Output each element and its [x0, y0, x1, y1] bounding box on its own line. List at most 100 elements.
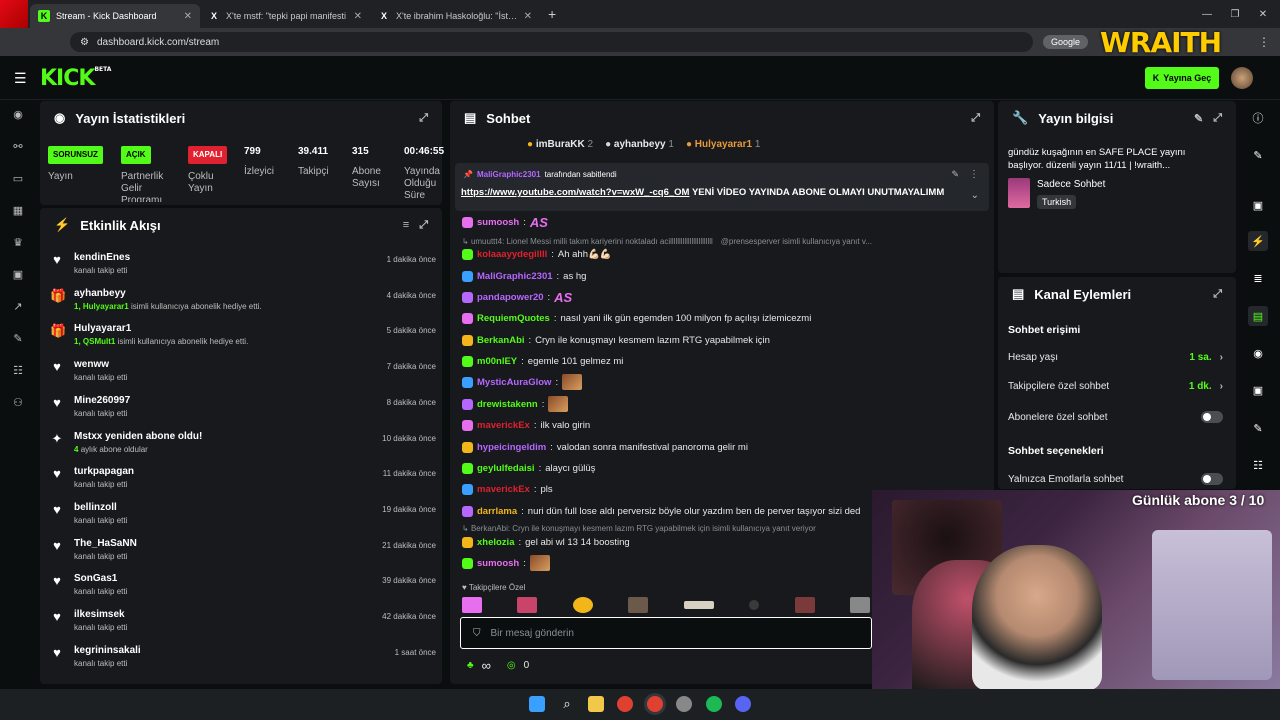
browser-tab-x-1[interactable]: X X'te mstf: "tepki papi manifesti ✕: [200, 4, 370, 28]
expand-icon[interactable]: ⤢: [419, 219, 428, 232]
wrench-icon[interactable]: ✎: [1248, 418, 1268, 438]
lightning-icon[interactable]: ⚡: [1248, 231, 1268, 251]
unpin-icon[interactable]: ✎: [951, 169, 959, 180]
url-field[interactable]: ⚙ dashboard.kick.com/stream: [70, 32, 1033, 52]
chat-username[interactable]: drewistakenn: [477, 399, 538, 410]
clips-icon[interactable]: ▣: [10, 266, 26, 282]
chrome-icon[interactable]: [617, 696, 633, 712]
chat-username[interactable]: xhelozia: [477, 537, 515, 548]
more-icon[interactable]: ⋮: [969, 169, 979, 180]
activity-user[interactable]: bellinzoll: [74, 502, 127, 513]
obs-icon[interactable]: [676, 696, 692, 712]
chat-username[interactable]: kolaaayydegillll: [477, 249, 547, 260]
chat-username[interactable]: sumoosh: [477, 558, 519, 569]
emote-item[interactable]: [572, 597, 593, 613]
activity-user[interactable]: kendinEnes: [74, 252, 130, 263]
emote-item[interactable]: [794, 597, 815, 613]
pinned-link[interactable]: https://www.youtube.com/watch?v=wxW_-cq6…: [461, 187, 689, 198]
save-icon[interactable]: ▣: [1248, 380, 1268, 400]
category-thumbnail[interactable]: [1008, 178, 1030, 208]
pinned-user[interactable]: MaliGraphic2301: [477, 170, 541, 179]
top-gifter-1[interactable]: ● imBuraKK 2: [527, 139, 593, 150]
language-tag[interactable]: Turkish: [1037, 195, 1077, 209]
emote-only-toggle[interactable]: [1201, 473, 1223, 485]
emote-item[interactable]: [749, 600, 760, 610]
camera-icon[interactable]: ▣: [1248, 195, 1268, 215]
emote-item[interactable]: [517, 597, 538, 613]
expand-icon[interactable]: ⤢: [419, 112, 428, 125]
trophy-icon[interactable]: ♛: [10, 234, 26, 250]
chat-username[interactable]: BerkanAbi: [477, 335, 525, 346]
chat-username[interactable]: maverickEx: [477, 484, 530, 495]
site-info-icon[interactable]: ⚙: [80, 37, 89, 48]
top-gifter-2[interactable]: ● ayhanbeyy 1: [605, 139, 674, 150]
expand-icon[interactable]: ⤢: [971, 112, 980, 125]
list-icon[interactable]: ≣: [1248, 268, 1268, 288]
close-window-icon[interactable]: ✕: [1252, 9, 1274, 20]
new-tab-button[interactable]: +: [548, 6, 556, 22]
chat-username[interactable]: pandapower20: [477, 292, 544, 303]
edit-icon[interactable]: ✎: [1248, 145, 1268, 165]
chat-username[interactable]: m00nlEY: [477, 356, 517, 367]
search-icon[interactable]: ⌕: [559, 696, 575, 712]
activity-user[interactable]: kegrininsakali: [74, 645, 141, 656]
wrench-icon[interactable]: ✎: [10, 330, 26, 346]
chat-username[interactable]: RequiemQuotes: [477, 313, 550, 324]
bot-icon[interactable]: ⚇: [10, 394, 26, 410]
emote-item[interactable]: [628, 597, 649, 613]
activity-user[interactable]: Hulyayarar1: [74, 323, 248, 334]
hamburger-menu-icon[interactable]: ☰: [14, 70, 27, 87]
chat-username[interactable]: MaliGraphic2301: [477, 271, 553, 282]
emote-item[interactable]: [683, 601, 714, 609]
windows-start-icon[interactable]: [529, 696, 545, 712]
activity-user[interactable]: SonGas1: [74, 573, 127, 584]
emote-item[interactable]: [849, 597, 870, 613]
activity-user[interactable]: wenww: [74, 359, 127, 370]
info-icon[interactable]: ⓘ: [1248, 108, 1268, 128]
category-name[interactable]: Sadece Sohbet: [1037, 179, 1105, 190]
close-icon[interactable]: ✕: [524, 11, 532, 22]
top-gifter-3[interactable]: ● Hulyayarar1 1: [686, 139, 760, 150]
expand-icon[interactable]: ⤢: [1213, 112, 1222, 125]
dashboard-icon[interactable]: ◉: [10, 106, 26, 122]
emote-item[interactable]: [462, 597, 482, 613]
chat-icon[interactable]: ▤: [1248, 306, 1268, 326]
chat-username[interactable]: maverickEx: [477, 420, 530, 431]
reply-context[interactable]: ↳ umuuttt4: Lionel Messi milli takım kar…: [462, 237, 872, 246]
chat-username[interactable]: darrlama: [477, 506, 517, 517]
chat-username[interactable]: MysticAuraGlow: [477, 377, 551, 388]
reply-context[interactable]: ↳ BerkanAbi: Cryn ile konuşmayı kesmem l…: [462, 524, 816, 533]
activity-user[interactable]: turkpapagan: [74, 466, 134, 477]
menu-dots-icon[interactable]: ⋮: [1258, 35, 1270, 49]
community-icon[interactable]: ☷: [10, 362, 26, 378]
edit-icon[interactable]: ✎: [1194, 112, 1203, 125]
file-explorer-icon[interactable]: [588, 696, 604, 712]
chat-input[interactable]: ⛉ Bir mesaj gönderin: [460, 617, 872, 649]
minimize-icon[interactable]: —: [1196, 9, 1218, 20]
chevron-down-icon[interactable]: ⌄: [971, 190, 979, 201]
community-icon[interactable]: ☷: [1248, 455, 1268, 475]
spotify-icon[interactable]: [706, 696, 722, 712]
activity-user[interactable]: Mine260997: [74, 395, 130, 406]
filter-icon[interactable]: ≡: [403, 219, 409, 231]
target-icon[interactable]: ◉: [1248, 343, 1268, 363]
discord-icon[interactable]: [735, 696, 751, 712]
close-icon[interactable]: ✕: [184, 11, 192, 22]
close-icon[interactable]: ✕: [354, 11, 362, 22]
browser-tab-kick[interactable]: K Stream - Kick Dashboard ✕: [30, 4, 200, 28]
subscribers-only-toggle[interactable]: [1201, 411, 1223, 423]
browser-tab-x-2[interactable]: X X'te ibrahim Haskoloğlu: "İstan ✕: [370, 4, 540, 28]
expand-icon[interactable]: ⤢: [1213, 288, 1222, 301]
video-icon[interactable]: ▦: [10, 202, 26, 218]
activity-user[interactable]: The_HaSaNN: [74, 538, 137, 549]
kick-logo[interactable]: KICKBETA: [40, 66, 111, 91]
account-age-row[interactable]: Hesap yaşı 1 sa. ›: [1008, 352, 1223, 363]
stream-icon[interactable]: ▭: [10, 170, 26, 186]
activity-user[interactable]: Mstxx yeniden abone oldu!: [74, 431, 202, 442]
go-live-button[interactable]: K Yayına Geç: [1145, 67, 1219, 89]
chat-username[interactable]: hypeicingeldim: [477, 442, 546, 453]
followers-only-chat-row[interactable]: Takipçilere özel sohbet 1 dk. ›: [1008, 381, 1223, 392]
analytics-icon[interactable]: ↗: [10, 298, 26, 314]
google-button[interactable]: Google: [1042, 35, 1088, 49]
activity-user[interactable]: ayhanbeyy: [74, 288, 262, 299]
